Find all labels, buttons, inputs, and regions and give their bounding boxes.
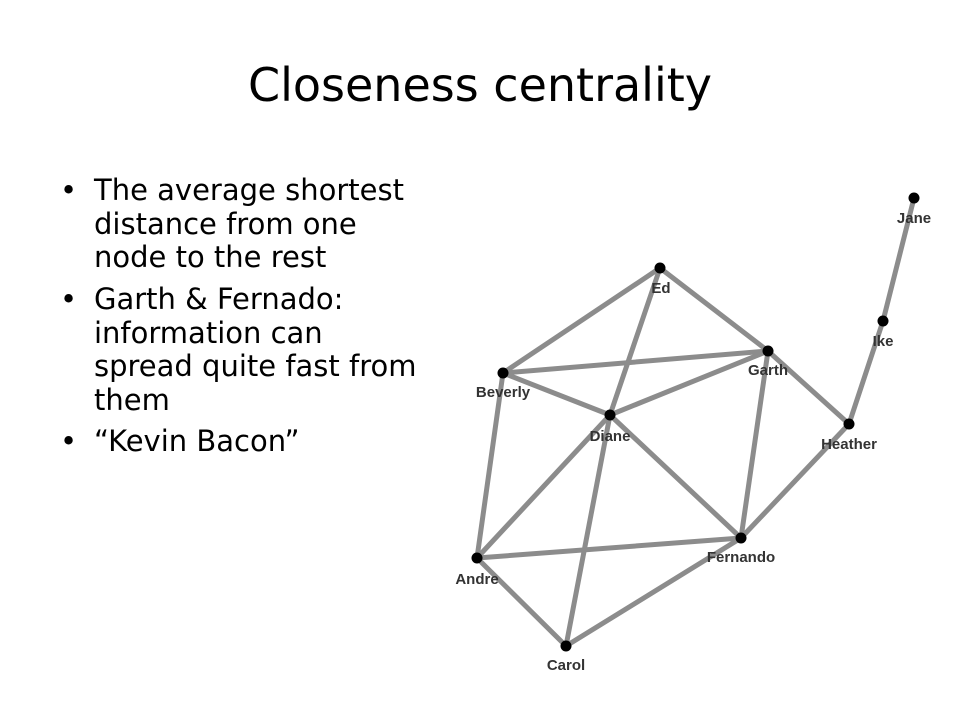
node-label-andre: Andre xyxy=(455,571,498,588)
node-label-beverly: Beverly xyxy=(476,384,531,401)
node-andre xyxy=(471,552,483,564)
edge-andre-fernando xyxy=(474,535,744,561)
node-heather xyxy=(843,418,855,430)
edge-diane-carol xyxy=(563,412,613,649)
node-beverly xyxy=(497,367,509,379)
node-label-heather: Heather xyxy=(821,436,877,453)
edge-garth-fernando xyxy=(738,348,771,541)
node-fernando xyxy=(735,532,747,544)
node-label-garth: Garth xyxy=(748,362,788,379)
node-garth xyxy=(762,345,774,357)
node-ike xyxy=(877,315,889,327)
edge-ed-beverly xyxy=(500,265,663,376)
edge-ed-garth xyxy=(657,265,771,354)
node-label-carol: Carol xyxy=(547,657,585,674)
node-label-diane: Diane xyxy=(590,428,631,445)
node-label-ike: Ike xyxy=(873,333,894,350)
node-label-jane: Jane xyxy=(897,210,931,227)
node-label-fernando: Fernando xyxy=(707,549,775,566)
slide: Closeness centrality • The average short… xyxy=(0,0,960,720)
node-carol xyxy=(560,640,572,652)
node-jane xyxy=(908,192,920,204)
network-graph: Jane Ike Heather Garth Ed Beverly Diane Fernand… xyxy=(455,192,931,674)
node-ed xyxy=(654,262,666,274)
node-label-ed: Ed xyxy=(651,280,670,297)
node-diane xyxy=(604,409,616,421)
